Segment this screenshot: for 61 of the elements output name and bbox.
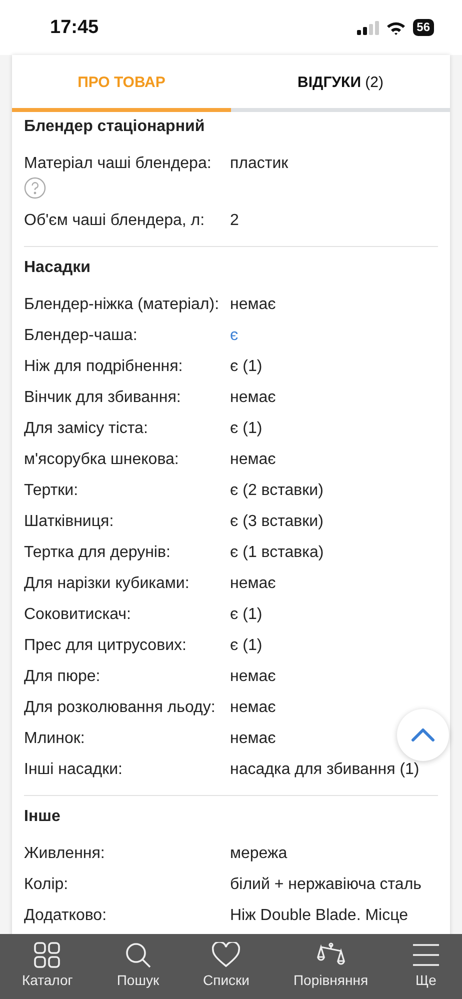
search-icon: [124, 942, 151, 968]
spec-value: є (1): [230, 636, 262, 655]
spec-label: Для пюре:: [24, 667, 100, 686]
spec-label: Блендер-чаша:: [24, 326, 138, 345]
spec-value: немає: [230, 388, 276, 407]
spec-label: Вінчик для збивання:: [24, 388, 181, 407]
spec-value: немає: [230, 574, 276, 593]
spec-value: немає: [230, 295, 276, 314]
nav-item[interactable]: Списки: [203, 942, 250, 988]
spec-label: Живлення:: [24, 844, 105, 863]
nav-item[interactable]: Ще: [412, 942, 440, 988]
spec-label: Ніж для подрібнення:: [24, 357, 183, 376]
spec-label: Для розколювання льоду:: [24, 698, 216, 717]
spec-label: Прес для цитрусових:: [24, 636, 186, 655]
battery-icon: 56: [412, 19, 434, 36]
spec-value: пластик: [230, 154, 288, 174]
section-title: Інше: [24, 807, 62, 827]
spec-label: Інші насадки:: [24, 760, 122, 779]
spec-label: м'ясорубка шнекова:: [24, 450, 179, 469]
section-title: Насадки: [24, 258, 92, 278]
spec-label: Блендер-ніжка (матеріал):: [24, 295, 220, 314]
grid-icon: [34, 942, 60, 968]
nav-item[interactable]: Каталог: [22, 942, 73, 988]
spec-value: 2: [230, 211, 239, 230]
section-title: Блендер стаціонарний: [24, 117, 206, 137]
spec-label: Матеріал чаші блендера:: [24, 154, 212, 173]
chevron-up-icon: [411, 728, 435, 742]
spec-value: є (1): [230, 357, 262, 376]
spec-label: Соковитискач:: [24, 605, 131, 624]
spec-label: Тертка для дерунів:: [24, 543, 170, 562]
spec-label: Тертки:: [24, 481, 78, 500]
heart-icon: [212, 942, 240, 968]
status-time: 17:45: [50, 16, 99, 38]
signal-icon: [356, 20, 379, 34]
spec-value-link[interactable]: є: [230, 326, 238, 345]
spec-label: Для нарізки кубиками:: [24, 574, 190, 593]
spec-value: є (2 вставки): [230, 481, 324, 500]
spec-value: немає: [230, 450, 276, 469]
spec-value: є (1): [230, 605, 262, 624]
spec-value: білий + нержавіюча сталь: [230, 875, 422, 894]
menu-icon: [412, 942, 440, 968]
spec-value: є (1 вставка): [230, 543, 324, 562]
spec-value: є (1): [230, 419, 262, 438]
spec-label: Додатково:: [24, 906, 107, 925]
tab[interactable]: ВІДГУКИ (2): [231, 55, 450, 112]
spec-value: немає: [230, 698, 276, 717]
help-icon[interactable]: [24, 177, 46, 199]
spec-value: насадка для збивання (1): [230, 760, 420, 779]
spec-value: є (3 вставки): [230, 512, 324, 531]
nav-item[interactable]: Пошук: [116, 942, 160, 988]
spec-label: Об'єм чаші блендера, л:: [24, 211, 205, 230]
spec-value: мережа: [230, 844, 288, 863]
nav-item[interactable]: Порівняння: [293, 942, 368, 988]
spec-label: Колір:: [24, 875, 68, 894]
spec-label: Млинок:: [24, 729, 85, 748]
spec-value: немає: [230, 667, 276, 686]
wifi-icon: [386, 20, 406, 34]
spec-value: Ніж Double Blade. Місце: [230, 906, 408, 925]
spec-value: немає: [230, 729, 276, 748]
spec-label: Шатківниця:: [24, 512, 114, 531]
spec-label: Для замісу тіста:: [24, 419, 148, 438]
